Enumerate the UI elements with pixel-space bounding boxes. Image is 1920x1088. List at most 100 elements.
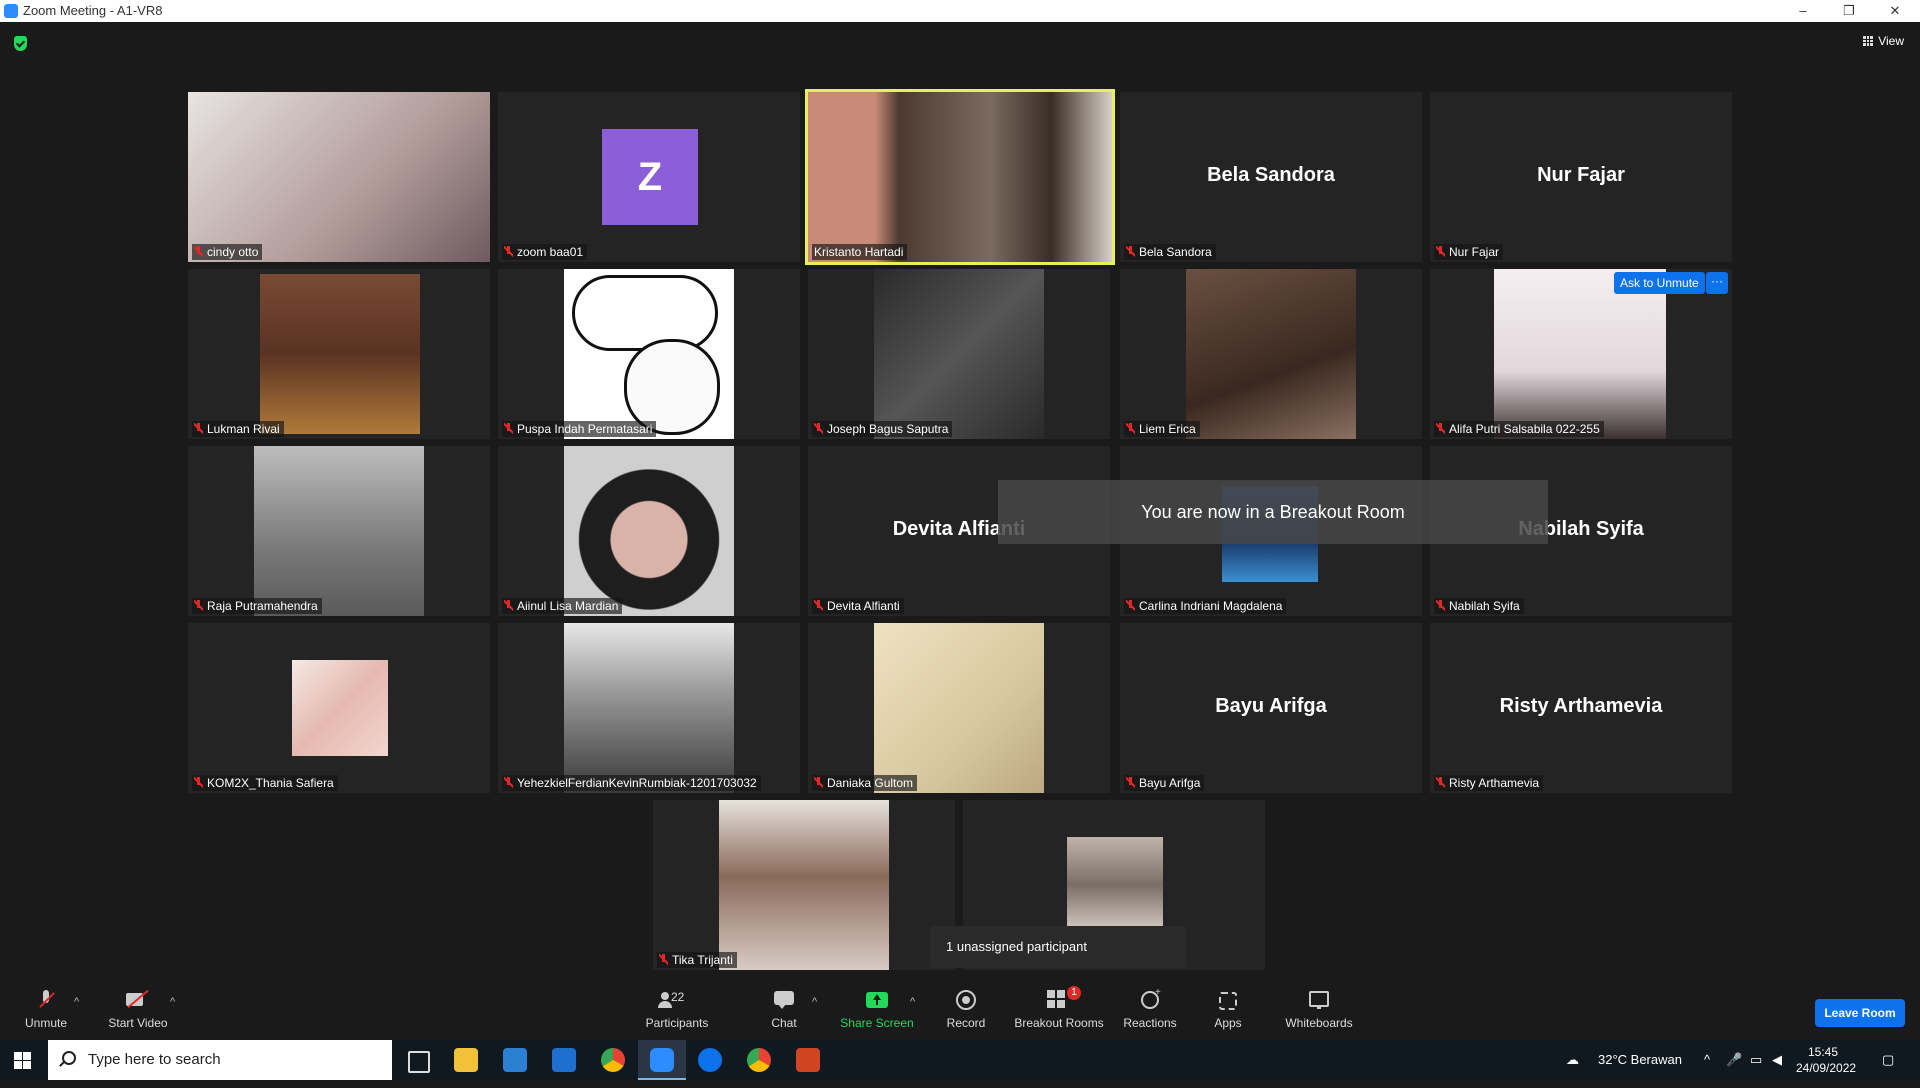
breakout-rooms-button[interactable]: 1 Breakout Rooms <box>1014 986 1104 1030</box>
participants-button[interactable]: 22 Participants <box>640 990 714 1030</box>
participant-tile[interactable]: Tika Trijanti <box>653 800 955 970</box>
encryption-shield-icon[interactable] <box>14 36 27 51</box>
participant-name-label: YehezkielFerdianKevinRumbiak-1201703032 <box>502 775 761 791</box>
muted-mic-icon <box>504 423 513 434</box>
video-off-icon <box>126 989 150 1010</box>
participant-tile[interactable]: Aiinul Lisa Mardian <box>498 446 800 616</box>
muted-microphone-icon <box>39 990 55 1010</box>
participant-avatar: Z <box>602 129 698 225</box>
participant-tile[interactable]: Nur Fajar Nur Fajar <box>1430 92 1732 262</box>
participant-video <box>188 92 490 262</box>
tray-overflow-icon[interactable]: ^ <box>1704 1040 1710 1080</box>
participant-video <box>254 446 424 616</box>
participant-name-label: Lukman Rivai <box>192 421 284 437</box>
apps-button[interactable]: Apps <box>1212 990 1244 1030</box>
participant-display-name: Nur Fajar <box>1537 164 1625 186</box>
windows-start-icon[interactable] <box>14 1052 31 1069</box>
microphone-tray-icon[interactable]: 🎤 <box>1726 1040 1742 1080</box>
participant-avatar-image <box>1067 837 1163 933</box>
muted-mic-icon <box>504 600 513 611</box>
muted-mic-icon <box>659 954 668 965</box>
record-button[interactable]: Record <box>946 990 986 1030</box>
maximize-button[interactable]: ❐ <box>1826 0 1872 22</box>
breakout-rooms-icon: 1 <box>1039 986 1081 1010</box>
chat-button[interactable]: Chat <box>766 990 802 1030</box>
participant-tile[interactable]: Bayu Arifga Bayu Arifga <box>1120 623 1422 793</box>
taskbar-search-input[interactable]: Type here to search <box>48 1040 392 1080</box>
participant-name-label: Joseph Bagus Saputra <box>812 421 953 437</box>
participant-tile[interactable]: Z zoom baa01 <box>498 92 800 262</box>
participant-name-label: Risty Arthamevia <box>1434 775 1544 791</box>
participant-display-name: Bayu Arifga <box>1215 695 1327 717</box>
participant-avatar-image <box>292 660 388 756</box>
chat-options-caret[interactable]: ^ <box>812 996 817 1008</box>
powerpoint-icon[interactable] <box>796 1048 820 1072</box>
ask-to-unmute-button[interactable]: Ask to Unmute <box>1614 272 1705 294</box>
whiteboards-button[interactable]: Whiteboards <box>1282 990 1356 1030</box>
participant-tile[interactable]: Alifa Putri Salsabila 022-255 <box>1430 269 1732 439</box>
share-screen-button[interactable]: Share Screen <box>840 990 914 1030</box>
grid-view-icon <box>1863 36 1874 46</box>
muted-mic-icon <box>1436 246 1445 257</box>
unmute-button[interactable]: Unmute <box>22 990 70 1030</box>
participant-name-label: cindy otto <box>192 244 263 260</box>
participant-name-label: Carlina Indriani Magdalena <box>1124 598 1287 614</box>
audio-options-caret[interactable]: ^ <box>74 996 79 1008</box>
teamviewer-icon[interactable] <box>698 1048 722 1072</box>
weather-text[interactable]: 32°C Berawan <box>1598 1040 1682 1080</box>
participant-name-label: Alifa Putri Salsabila 022-255 <box>1434 421 1604 437</box>
participant-video <box>564 623 734 793</box>
participant-tile-active-speaker[interactable]: Kristanto Hartadi <box>805 89 1115 265</box>
share-screen-icon <box>866 990 888 1010</box>
participant-tile[interactable]: YehezkielFerdianKevinRumbiak-1201703032 <box>498 623 800 793</box>
muted-mic-icon <box>1436 423 1445 434</box>
participant-tile[interactable]: Bela Sandora Bela Sandora <box>1120 92 1422 262</box>
participant-tile[interactable]: Daniaka Gultom <box>808 623 1110 793</box>
participant-tile[interactable]: KOM2X_Thania Safiera <box>188 623 490 793</box>
participant-name-label: Nur Fajar <box>1434 244 1504 260</box>
muted-mic-icon <box>814 423 823 434</box>
notifications-icon[interactable]: ▢ <box>1882 1040 1894 1080</box>
participant-tile[interactable]: cindy otto <box>188 92 490 262</box>
volume-icon[interactable]: ◀ <box>1772 1040 1782 1080</box>
participant-display-name: Bela Sandora <box>1207 164 1335 186</box>
participant-tile[interactable]: Liem Erica <box>1120 269 1422 439</box>
zoom-taskbar-button[interactable] <box>638 1040 686 1080</box>
weather-icon[interactable]: ☁ <box>1566 1040 1579 1080</box>
reactions-button[interactable]: + Reactions <box>1122 987 1178 1030</box>
participant-tile[interactable]: Puspa Indah Permatasari <box>498 269 800 439</box>
participant-tile[interactable]: Joseph Bagus Saputra <box>808 269 1110 439</box>
meeting-toolbar: Unmute ^ Start Video ^ 22 Participants C… <box>0 982 1920 1040</box>
participant-tile[interactable]: Raja Putramahendra <box>188 446 490 616</box>
participant-name-label: zoom baa01 <box>502 244 588 260</box>
windows-taskbar: Type here to search ☁ 32°C Berawan ^ 🎤 ▭… <box>0 1040 1920 1080</box>
task-view-icon[interactable] <box>408 1051 430 1073</box>
chrome-profile-icon[interactable] <box>747 1048 771 1072</box>
network-icon[interactable]: ▭ <box>1750 1040 1762 1080</box>
muted-mic-icon <box>194 246 203 257</box>
store-icon[interactable] <box>503 1048 527 1072</box>
share-options-caret[interactable]: ^ <box>910 996 915 1008</box>
participant-tile[interactable]: Lukman Rivai <box>188 269 490 439</box>
participant-video <box>874 269 1044 439</box>
chat-bubble-icon <box>774 990 794 1010</box>
unassigned-participant-notice[interactable]: 1 unassigned participant <box>930 926 1186 968</box>
search-icon <box>62 1051 76 1065</box>
start-video-button[interactable]: Start Video <box>106 989 170 1030</box>
close-button[interactable]: ✕ <box>1872 0 1918 22</box>
leave-room-button[interactable]: Leave Room <box>1815 999 1905 1027</box>
chrome-icon[interactable] <box>601 1048 625 1072</box>
participants-count: 22 <box>671 990 685 1004</box>
video-options-caret[interactable]: ^ <box>170 996 175 1008</box>
view-button[interactable]: View <box>1863 34 1904 48</box>
file-explorer-icon[interactable] <box>454 1048 478 1072</box>
minimize-button[interactable]: – <box>1780 0 1826 22</box>
more-options-button[interactable]: ··· <box>1706 272 1728 294</box>
mail-icon[interactable] <box>552 1048 576 1072</box>
participant-tile[interactable]: Risty Arthamevia Risty Arthamevia <box>1430 623 1732 793</box>
participant-name-label: Tika Trijanti <box>657 952 737 968</box>
clock-date[interactable]: 24/09/2022 <box>1796 1048 1856 1088</box>
apps-icon <box>1219 990 1237 1010</box>
participants-icon: 22 <box>653 990 701 1010</box>
participant-name-label: Daniaka Gultom <box>812 775 918 791</box>
